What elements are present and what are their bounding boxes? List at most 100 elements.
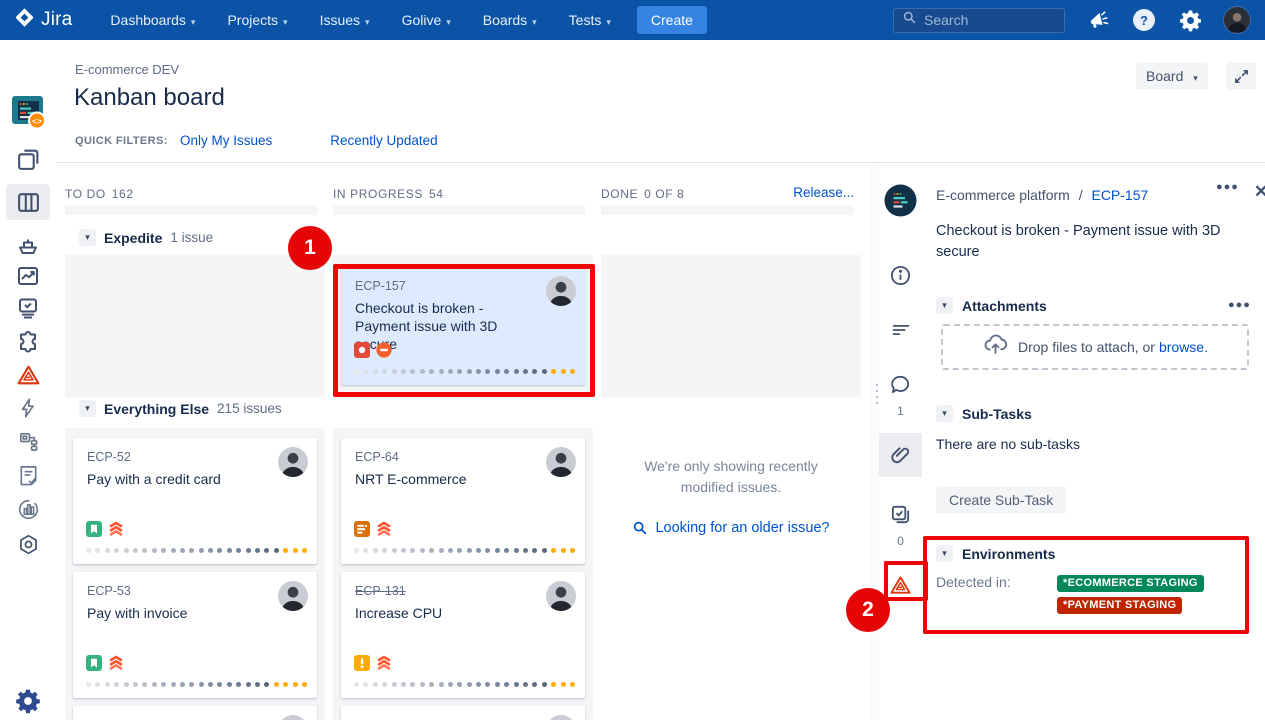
sidebar-reports[interactable] bbox=[6, 258, 50, 294]
issue-card-ecp-52[interactable]: ECP-52Pay with a credit card bbox=[73, 438, 317, 564]
highest-icon bbox=[376, 521, 392, 537]
backlog-icon bbox=[16, 147, 41, 172]
dev-nut-icon bbox=[17, 533, 40, 556]
nav-golive[interactable]: Golive▾ bbox=[402, 12, 451, 28]
issue-project-link[interactable]: E-commerce platform bbox=[936, 187, 1070, 203]
task-bars-icon bbox=[354, 521, 370, 537]
panel-resizer[interactable] bbox=[870, 163, 879, 720]
collapse-environments-button[interactable]: ▾ bbox=[936, 545, 953, 562]
quick-filters-label: QUICK FILTERS: bbox=[75, 135, 168, 147]
panel-tab-comments[interactable] bbox=[879, 364, 922, 404]
environment-badges: *ECOMMERCE STAGING*PAYMENT STAGING bbox=[1057, 575, 1204, 614]
sidebar-dev-tools[interactable] bbox=[6, 526, 50, 562]
issue-key-link[interactable]: ECP-157 bbox=[1091, 187, 1148, 203]
issue-card-ecp-54[interactable]: ECP-54 bbox=[73, 706, 317, 720]
card-key: ECP-157 bbox=[355, 279, 406, 293]
search-box[interactable] bbox=[893, 8, 1065, 33]
chevron-down-icon: ▾ bbox=[1193, 73, 1198, 83]
column-label: DONE bbox=[601, 187, 638, 201]
attachments-dropzone[interactable]: Drop files to attach, orbrowse. bbox=[941, 324, 1249, 370]
search-icon bbox=[632, 520, 648, 536]
release-link[interactable]: Release... bbox=[736, 185, 854, 200]
panel-tab-subtasks[interactable] bbox=[879, 494, 922, 534]
card-key: ECP-52 bbox=[87, 450, 131, 464]
settings-gear-icon[interactable] bbox=[1177, 7, 1203, 33]
swimlane-header-everything-else: ▾Everything Else215 issues bbox=[79, 400, 282, 417]
nav-issues[interactable]: Issues▾ bbox=[320, 12, 370, 28]
incident-icon bbox=[16, 363, 41, 388]
project-sidebar: <>» bbox=[0, 40, 56, 720]
close-icon[interactable]: ✕ bbox=[1254, 183, 1265, 200]
panel-project-avatar bbox=[884, 184, 917, 217]
jira-brand[interactable]: Jira bbox=[14, 7, 72, 33]
column-header-to-do: TO DO162 bbox=[65, 187, 134, 201]
breadcrumb[interactable]: E-commerce DEV bbox=[75, 62, 179, 77]
more-actions-icon[interactable]: ●●● bbox=[1216, 181, 1239, 193]
sidebar-backlog[interactable] bbox=[6, 141, 50, 177]
drag-handle-icon[interactable] bbox=[876, 384, 878, 404]
sidebar-automation[interactable] bbox=[6, 390, 50, 426]
sidebar-settings[interactable] bbox=[6, 683, 50, 719]
panel-tab-attachments[interactable] bbox=[879, 433, 922, 477]
cloud-upload-icon bbox=[982, 331, 1009, 363]
board-view-button[interactable]: Board ▾ bbox=[1136, 62, 1208, 90]
issue-card-ecp-53[interactable]: ECP-53Pay with invoice bbox=[73, 572, 317, 698]
search-input[interactable] bbox=[924, 12, 1044, 28]
create-subtask-button[interactable]: Create Sub-Task bbox=[936, 486, 1066, 514]
sidebar-issues[interactable] bbox=[6, 290, 50, 326]
swimlane-count: 1 issue bbox=[170, 230, 213, 245]
quick-filters: Only My Issues Recently Updated bbox=[180, 133, 438, 148]
issue-breadcrumb: E-commerce platform / ECP-157 bbox=[936, 187, 1148, 203]
assignee-avatar bbox=[278, 715, 308, 720]
swimlane-2-column-3: We're only showing recently modified iss… bbox=[601, 428, 861, 720]
issue-panel-tab-strip: 10 bbox=[879, 163, 922, 720]
help-icon[interactable]: ? bbox=[1131, 7, 1157, 33]
nav-tests[interactable]: Tests▾ bbox=[569, 12, 611, 28]
panel-tab-subtasks-count: 0 bbox=[879, 534, 922, 548]
environment-badge: *PAYMENT STAGING bbox=[1057, 597, 1182, 614]
collapse-swimlane-button[interactable]: ▾ bbox=[79, 229, 96, 246]
collapse-attachments-button[interactable]: ▾ bbox=[936, 297, 953, 314]
quick-filter-only-my-issues[interactable]: Only My Issues bbox=[180, 133, 272, 148]
collapse-swimlane-button[interactable]: ▾ bbox=[79, 400, 96, 417]
chevron-down-icon: ▾ bbox=[446, 17, 451, 27]
sidebar-structure[interactable] bbox=[6, 423, 50, 459]
project-avatar[interactable]: <> bbox=[6, 94, 50, 130]
environments-label: Environments bbox=[962, 546, 1055, 562]
dropzone-text: Drop files to attach, orbrowse. bbox=[1018, 339, 1208, 355]
create-button[interactable]: Create bbox=[637, 6, 707, 34]
issue-card-ecp-131[interactable]: ECP-131Increase CPU bbox=[341, 572, 585, 698]
column-count: 162 bbox=[112, 187, 134, 201]
subtasks-icon bbox=[889, 503, 912, 526]
nav-boards[interactable]: Boards▾ bbox=[483, 12, 537, 28]
sidebar-pages[interactable] bbox=[6, 457, 50, 493]
attachments-more-icon[interactable]: ●●● bbox=[1228, 299, 1251, 311]
sidebar-addons[interactable] bbox=[6, 324, 50, 360]
quick-filter-recently-updated[interactable]: Recently Updated bbox=[330, 133, 437, 148]
issue-card-ecp-132[interactable]: ECP-132 bbox=[341, 706, 585, 720]
sidebar-kanban-board[interactable] bbox=[6, 184, 50, 220]
jira-brand-label: Jira bbox=[41, 9, 72, 31]
announcements-megaphone-icon[interactable] bbox=[1085, 7, 1111, 33]
older-issue-link[interactable]: Looking for an older issue? bbox=[601, 520, 861, 536]
card-key: ECP-53 bbox=[87, 584, 131, 598]
panel-project-avatar[interactable] bbox=[879, 180, 922, 220]
nav-dashboards[interactable]: Dashboards▾ bbox=[110, 12, 195, 28]
pages-icon bbox=[17, 464, 40, 487]
browse-link[interactable]: browse. bbox=[1159, 339, 1208, 355]
fullscreen-button[interactable] bbox=[1226, 62, 1256, 90]
user-avatar[interactable] bbox=[1223, 6, 1251, 34]
card-icon-row bbox=[354, 521, 392, 537]
panel-tab-description[interactable] bbox=[879, 310, 922, 350]
nav-label: Tests bbox=[569, 12, 602, 28]
alert-icon bbox=[354, 655, 370, 671]
collapse-subtasks-button[interactable]: ▾ bbox=[936, 405, 953, 422]
nav-projects[interactable]: Projects▾ bbox=[227, 12, 287, 28]
panel-tab-details[interactable] bbox=[879, 255, 922, 295]
issue-card-ecp-157[interactable]: ECP-157Checkout is broken - Payment issu… bbox=[341, 267, 585, 385]
sidebar-insights[interactable] bbox=[6, 491, 50, 527]
chevron-down-icon: ▾ bbox=[191, 17, 196, 27]
drop-files-text: Drop files to attach, or bbox=[1018, 339, 1155, 355]
issue-card-ecp-64[interactable]: ECP-64NRT E-commerce bbox=[341, 438, 585, 564]
sidebar-incidents[interactable] bbox=[6, 357, 50, 393]
